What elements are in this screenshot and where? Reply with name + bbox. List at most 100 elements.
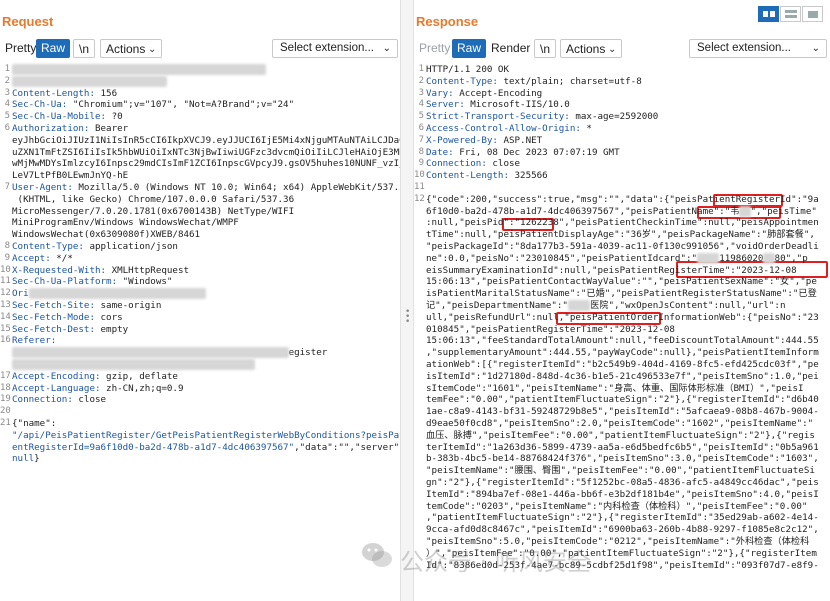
code-line: Date: Fri, 08 Dec 2023 07:07:19 GMT xyxy=(426,147,828,159)
code-text: */* xyxy=(56,252,73,264)
render-tab[interactable]: Render xyxy=(486,39,535,58)
code-text: ?0 xyxy=(111,111,123,123)
line-number: 9 xyxy=(4,252,10,263)
code-text: zh-CN,zh;q=0.9 xyxy=(106,382,184,394)
code-line: temCode":"0203","peisItemName":"内科检查（体检科… xyxy=(426,501,828,513)
code-line: 010845","peisPatientRegisterTime":"2023-… xyxy=(426,324,828,336)
redacted-text: ████████████████████████████ xyxy=(12,75,167,87)
newline-toggle[interactable]: \n xyxy=(534,39,557,58)
code-text: gzip, deflate xyxy=(106,370,178,382)
code-text: uZXN1TmFtZSI6IiIsIk5hbWUiOiIxNTc3NjBwIiw… xyxy=(12,146,400,158)
code-line: 6f10d0-ba2d-478b-a1d7-4dc406397567","pei… xyxy=(426,205,828,218)
pane-splitter[interactable]: • • • xyxy=(400,0,414,601)
code-text: isPatientMaritalStatusName":"已婚","peisPa… xyxy=(426,288,817,300)
newline-toggle[interactable]: \n xyxy=(73,39,96,58)
code-text: ull,"peisRefundUrl":null,"peisPatientOrd… xyxy=(426,311,819,323)
line-number: 8 xyxy=(418,146,424,157)
code-text: HTTP/1.1 200 OK xyxy=(426,64,509,75)
code-line: HTTP/1.1 200 OK xyxy=(426,64,828,76)
split-view-icon[interactable] xyxy=(758,6,779,22)
code-line: d9eae50f0cd8","peisItemSno":2.0,"peisIte… xyxy=(426,418,828,430)
raw-tab[interactable]: Raw xyxy=(36,39,71,58)
header-key: Vary: xyxy=(426,87,460,99)
code-text: egister xyxy=(288,347,328,359)
code-line: isItemId":"1d27180d-848d-4c36-b1e5-21c49… xyxy=(426,371,828,383)
code-text: "peisItemSno":5.0,"peisItemCode":"0212",… xyxy=(426,536,810,547)
line-number: 5 xyxy=(4,111,10,122)
code-line: temFee":"0.00","patientItemFluctuateSign… xyxy=(426,394,828,406)
line-number: 7 xyxy=(4,182,10,192)
header-key: Content-Type: xyxy=(426,75,504,87)
code-text: "Chromium";v="107", "Not=A?Brand";v="24" xyxy=(72,99,295,111)
pretty-tab[interactable]: Pretty xyxy=(414,39,455,58)
actions-label: Actions xyxy=(566,42,606,56)
redacted-text: ████████████████████████████████████████… xyxy=(12,347,289,359)
code-line: Sec-Fetch-Site: same-origin xyxy=(12,300,398,312)
code-line: eyJhbGciOiJIUzI1NiIsInR5cCI6IkpXVCJ9.eyJ… xyxy=(12,135,400,147)
code-text: ","peisTime" xyxy=(750,205,817,217)
line-number: 11 xyxy=(0,276,11,287)
code-line: Ori████████████████████████████████ xyxy=(12,288,398,300)
line-number: 10 xyxy=(414,170,425,181)
code-line: ████████████████████████████████████████… xyxy=(12,347,398,359)
request-editor[interactable]: 1███████████████████████████████████████… xyxy=(0,64,400,601)
code-line: ne":0.0,"peisNo":"23010845","peisPatient… xyxy=(426,252,828,265)
actions-dropdown[interactable]: Actions ⌄ xyxy=(100,39,163,58)
code-line: User-Agent: Mozilla/5.0 (Windows NT 10.0… xyxy=(12,182,400,194)
code-line: 15:06:13","peisPatientContactWayValue":"… xyxy=(426,276,828,288)
select-extension-label: Select extension... xyxy=(697,42,791,54)
layout-toggle xyxy=(758,6,824,22)
header-key: Content-Length: xyxy=(12,87,101,99)
redacted-text: ████████████████████████████████████████… xyxy=(12,359,256,370)
code-text: 9cca-afd0d8c8467c","peisItemId":"6900ba6… xyxy=(426,524,819,536)
code-line: 血压、脉搏","peisItemFee":"0.00","patientItem… xyxy=(426,430,828,442)
code-line: terItemId":"1a263d36-5899-4739-aa5a-e6d5… xyxy=(426,442,828,454)
header-key: Server: xyxy=(426,99,471,111)
code-text: d9eae50f0cd8","peisItemSno":2.0,"peisIte… xyxy=(426,418,814,429)
code-line: Content-Type: application/json xyxy=(12,241,398,253)
actions-dropdown[interactable]: Actions ⌄ xyxy=(560,39,623,58)
response-editor[interactable]: 1 HTTP/1.1 200 OK 2 Content-Type: text/plai… xyxy=(414,64,830,601)
header-key: X-Powered-By: xyxy=(426,134,504,146)
header-key: Content-Type: xyxy=(12,241,90,252)
code-line: Accept-Encoding: gzip, deflate xyxy=(12,371,398,383)
single-view-icon[interactable] xyxy=(802,6,823,22)
splitter-grip-icon: • • • xyxy=(405,307,411,327)
code-text: max-age=2592000 xyxy=(575,111,659,123)
line-number: 14 xyxy=(0,311,11,322)
raw-tab[interactable]: Raw xyxy=(452,39,487,58)
code-text: 1ae-c8a9-4143-bf31-59248729b8e5","peisIt… xyxy=(426,406,819,418)
code-text: 156 xyxy=(100,87,118,99)
code-line: MicroMessenger/7.0.20.1781(0x6700143B) N… xyxy=(12,206,398,218)
line-number: 1 xyxy=(418,64,424,74)
code-line: "peisPackageId":"8da177b3-591a-4039-ac11… xyxy=(426,241,828,253)
horizontal-view-icon[interactable] xyxy=(780,6,801,22)
code-line: (KHTML, like Gecko) Chrome/107.0.0.0 Saf… xyxy=(12,194,398,206)
line-number: 5 xyxy=(418,111,424,122)
code-text: temFee":"0.00","patientItemFluctuateSign… xyxy=(426,394,819,406)
code-line: tTime":null,"peisPatientDisplayAge":"36岁… xyxy=(426,229,828,241)
string-value: null xyxy=(12,453,35,465)
code-line: X-Requested-With: XMLHttpRequest xyxy=(12,265,398,277)
code-line: ）","peisItemFee":"0.00","patientItemFluc… xyxy=(426,548,828,560)
line-number: 15 xyxy=(0,323,11,334)
code-text: 记","peisDepartmentName":" xyxy=(426,300,568,311)
header-key: Content-Length: xyxy=(426,170,515,182)
line-number: 11 xyxy=(414,182,425,192)
code-line: ████████████████████████████████████████… xyxy=(12,359,398,371)
line-number: 17 xyxy=(0,370,11,381)
code-text: same-origin xyxy=(100,300,162,311)
code-text: LeV7LtPfB0LEwmJnYQ-hE xyxy=(12,170,129,182)
code-text: 6f10d0-ba2d-478b-a1d7-4dc406397567","pei… xyxy=(426,205,740,217)
select-extension-dropdown[interactable]: Select extension... ⌄ xyxy=(689,39,827,58)
code-text: application/json xyxy=(89,241,178,252)
select-extension-dropdown[interactable]: Select extension... ⌄ xyxy=(272,39,398,58)
header-key: Ori xyxy=(12,288,29,300)
code-line: ationWeb":[{"registerItemId":"b2c549b9-4… xyxy=(426,359,828,371)
line-number: 4 xyxy=(4,99,10,110)
line-number: 16 xyxy=(0,335,11,346)
redacted-text: ████████████████████████████████ xyxy=(28,288,206,300)
code-text: ,"supplementaryAmount":444.55,"payWayCod… xyxy=(426,347,819,359)
header-key: Sec-Fetch-Site: xyxy=(12,300,101,311)
response-toolbar: Pretty Raw Render \n Actions ⌄ Select ex… xyxy=(414,39,830,59)
